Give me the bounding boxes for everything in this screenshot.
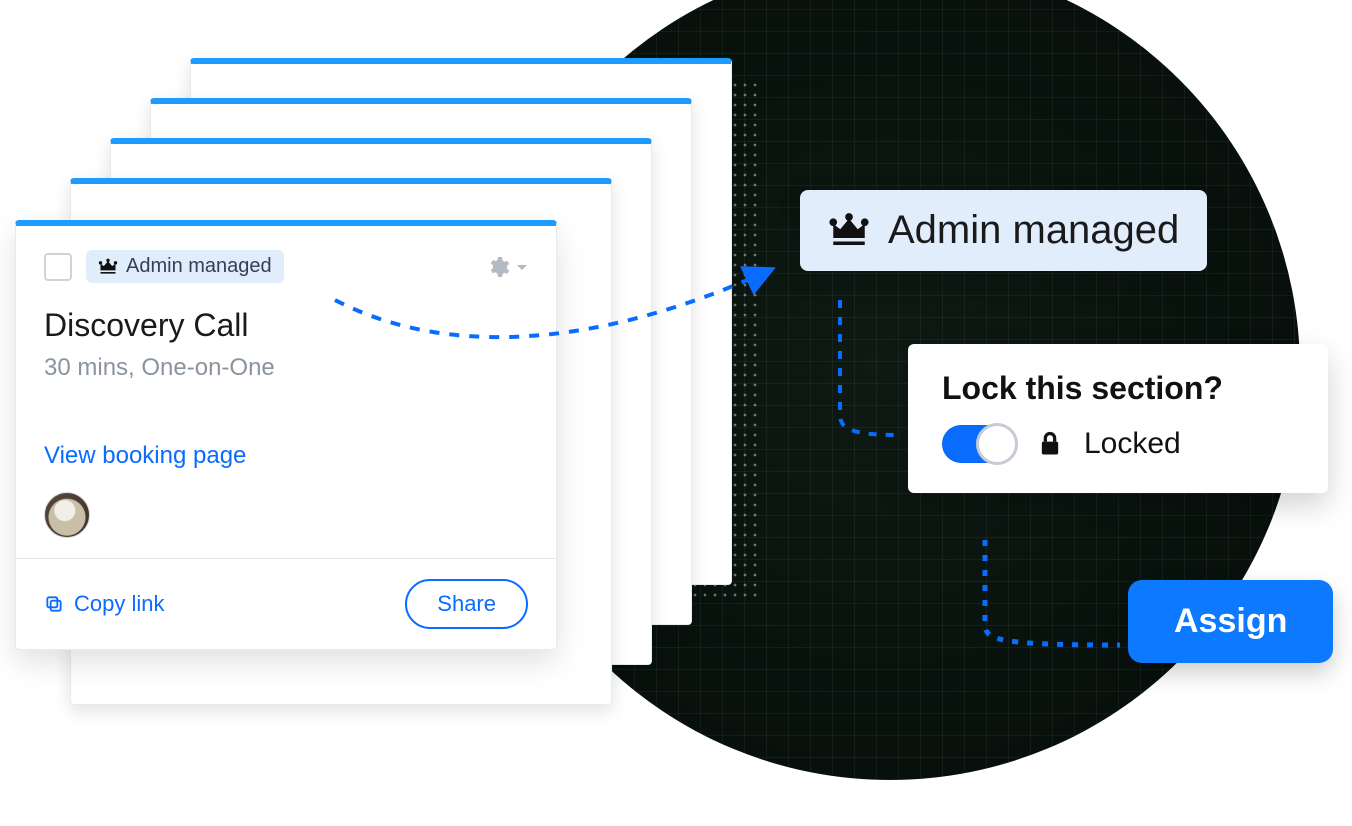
toggle-knob	[976, 423, 1018, 465]
crown-icon	[98, 257, 118, 277]
share-button[interactable]: Share	[405, 579, 528, 629]
lock-question: Lock this section?	[942, 370, 1294, 407]
locked-label: Locked	[1084, 427, 1181, 461]
card-settings-button[interactable]	[486, 255, 528, 279]
copy-icon	[44, 594, 64, 614]
lock-icon	[1036, 430, 1064, 458]
avatar	[44, 492, 90, 538]
admin-managed-popover: Admin managed	[800, 190, 1207, 271]
event-subtitle: 30 mins, One-on-One	[44, 354, 528, 382]
chevron-down-icon	[516, 261, 528, 273]
badge-label: Admin managed	[126, 255, 272, 278]
crown-icon	[828, 210, 870, 252]
lock-section-popover: Lock this section? Locked	[908, 344, 1328, 493]
admin-managed-badge: Admin managed	[86, 250, 284, 283]
view-booking-link[interactable]: View booking page	[44, 442, 528, 470]
gear-icon	[486, 255, 510, 279]
event-card: Admin managed Discovery Call 30 mins, On…	[15, 220, 557, 650]
select-checkbox[interactable]	[44, 253, 72, 281]
lock-toggle[interactable]	[942, 425, 1016, 463]
copy-link-button[interactable]: Copy link	[44, 591, 164, 617]
copy-link-label: Copy link	[74, 591, 164, 617]
assign-button[interactable]: Assign	[1128, 580, 1333, 663]
event-title: Discovery Call	[44, 307, 528, 344]
admin-managed-label: Admin managed	[888, 208, 1179, 253]
